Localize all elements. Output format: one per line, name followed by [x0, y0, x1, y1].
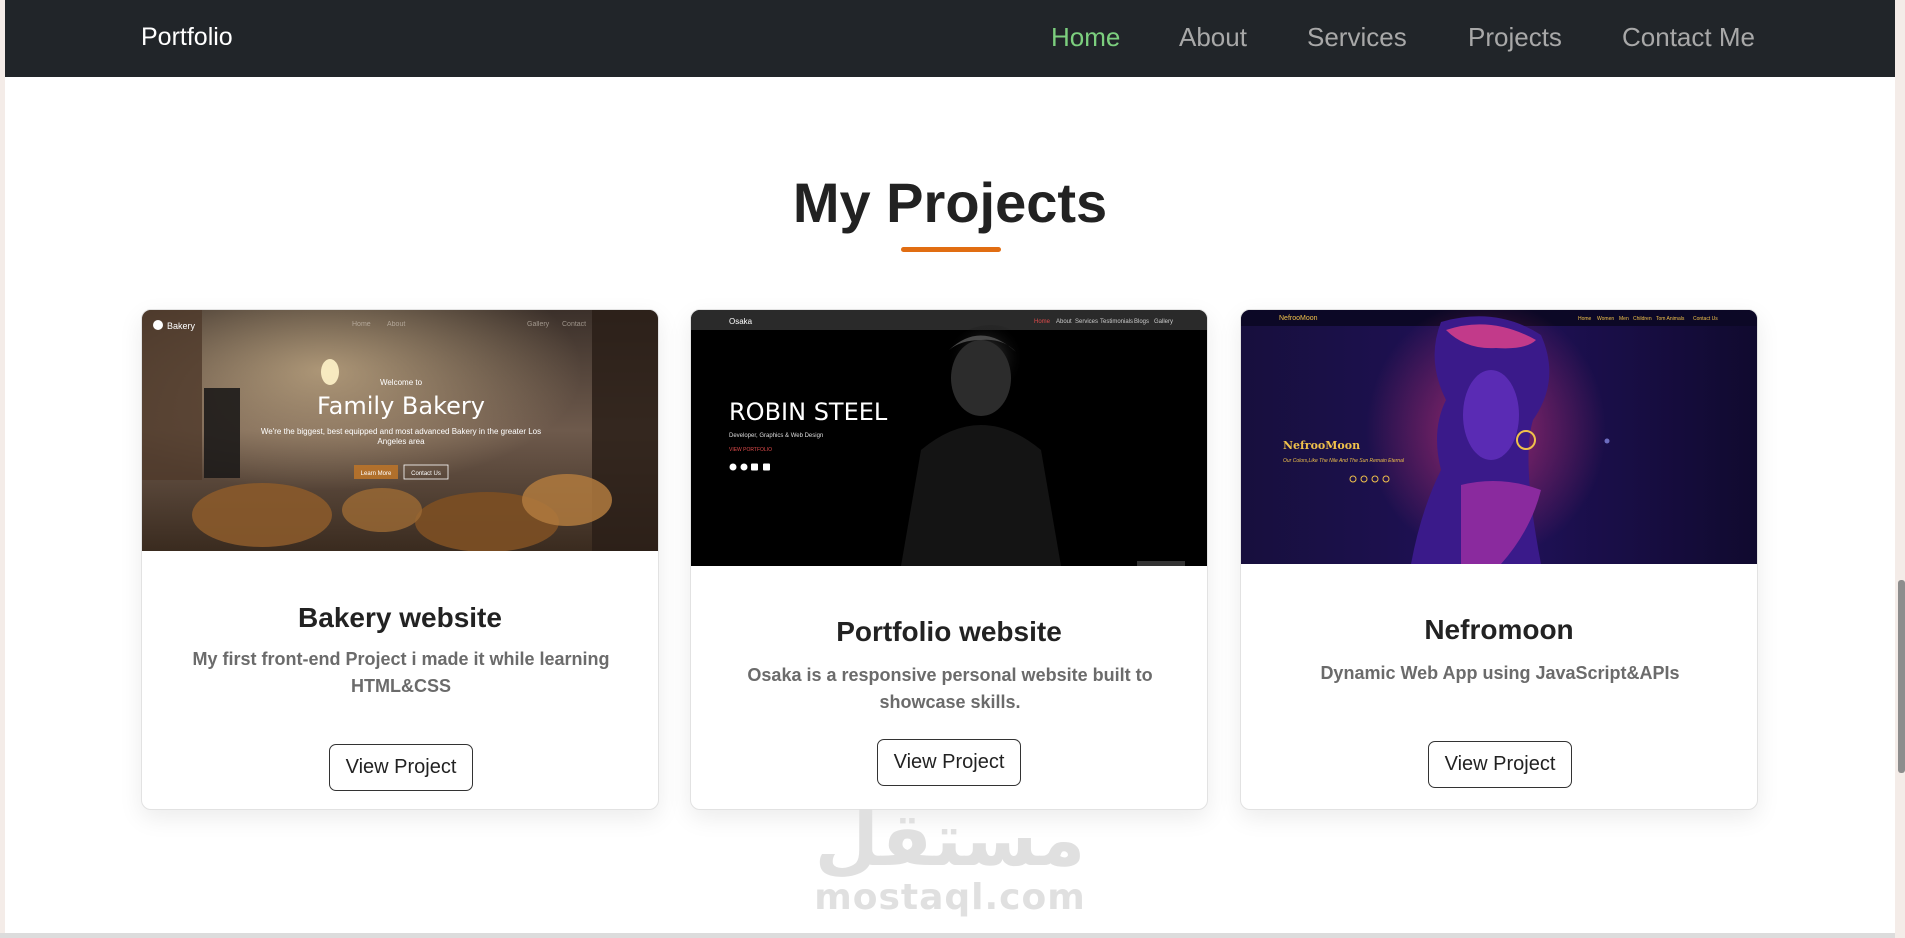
osaka-shot-nav-3: Services	[1075, 319, 1098, 325]
project-card-nefromoon: NefrooMoon Home Women Men Children Tom A…	[1240, 309, 1758, 810]
navbar-brand[interactable]: Portfolio	[141, 23, 233, 52]
view-project-button[interactable]: View Project	[1428, 741, 1572, 788]
nefro-shot-nav-3: Men	[1619, 316, 1629, 322]
watermark-arabic: مستقل	[814, 797, 1086, 883]
scrollbar-track[interactable]	[1895, 0, 1905, 938]
nefro-shot-headline: NefrooMoon	[1283, 439, 1360, 452]
osaka-shot-nav-6: Gallery	[1154, 319, 1173, 325]
view-project-button[interactable]: View Project	[329, 744, 473, 791]
bakery-shot-nav-1: Home	[352, 321, 371, 328]
facebook-icon	[729, 463, 737, 471]
bakery-shot-contact: Contact Us	[411, 471, 441, 477]
project-screenshot-portfolio[interactable]: Osaka Home About Services Testimonials B…	[691, 310, 1207, 566]
osaka-shot-cta: VIEW PORTFOLIO	[729, 447, 772, 453]
bakery-shot-tagline: We're the biggest, best equipped and mos…	[260, 427, 542, 446]
project-description: Dynamic Web App using JavaScript&APIs	[1320, 663, 1680, 683]
project-screenshot-bakery[interactable]: Bakery Home About Gallery Contact Welcom…	[142, 310, 658, 551]
scrollbar-thumb[interactable]	[1898, 580, 1905, 773]
section-title: My Projects	[792, 171, 1108, 234]
nefro-shot-nav-4: Children	[1633, 316, 1652, 322]
project-title: Bakery website	[298, 602, 502, 633]
navbar: Portfolio Home About Services Projects C…	[5, 0, 1895, 77]
nav-link-home[interactable]: Home	[1051, 22, 1120, 53]
bakery-shot-nav-4: Contact	[562, 321, 586, 328]
osaka-shot-logo: Osaka	[729, 317, 753, 326]
project-title: Nefromoon	[1424, 614, 1574, 645]
bakery-shot-welcome: Welcome to	[380, 378, 423, 387]
osaka-shot-headline: ROBIN STEEL	[729, 398, 888, 426]
linkedin-icon	[763, 463, 770, 471]
osaka-shot-nav-2: About	[1056, 319, 1072, 325]
nav-link-projects[interactable]: Projects	[1468, 22, 1562, 53]
project-card-portfolio: Osaka Home About Services Testimonials B…	[690, 309, 1208, 810]
project-card-bakery: Bakery Home About Gallery Contact Welcom…	[141, 309, 659, 810]
chef-hat-icon	[153, 320, 163, 330]
nefro-shot-subtitle: Our Colors,Like The Nile And The Sun Rem…	[1283, 458, 1405, 464]
bakery-shot-nav-2: About	[387, 321, 405, 328]
instagram-icon	[751, 463, 758, 471]
watermark: مستقل mostaql.com	[5, 800, 1895, 916]
project-title: Portfolio website	[836, 616, 1062, 647]
nefro-shot-logo: NefrooMoon	[1279, 315, 1318, 322]
nav-link-services[interactable]: Services	[1307, 22, 1407, 53]
nefro-shot-nav-1: Home	[1578, 316, 1592, 322]
nefro-shot-nav-2: Women	[1597, 316, 1614, 322]
bakery-shot-headline: Family Bakery	[317, 392, 485, 420]
osaka-shot-nav-4: Testimonials	[1100, 319, 1133, 325]
bakery-shot-logo: Bakery	[167, 321, 196, 331]
project-description: Osaka is a responsive personal website b…	[747, 665, 1153, 712]
twitter-icon	[740, 463, 748, 471]
nefro-shot-nav-6: Contact Us	[1693, 316, 1718, 322]
bakery-shot-learn-more: Learn More	[361, 471, 392, 477]
osaka-shot-nav-5: Blogs	[1134, 319, 1149, 325]
watermark-latin: mostaql.com	[814, 877, 1086, 918]
window-bottom-edge	[0, 933, 1895, 938]
nefro-shot-nav-5: Tom Animals	[1656, 316, 1685, 322]
title-underline	[901, 247, 1001, 252]
osaka-shot-nav-1: Home	[1034, 319, 1051, 325]
bakery-shot-nav-3: Gallery	[527, 321, 550, 328]
nav-link-about[interactable]: About	[1179, 22, 1247, 53]
project-description: My first front-end Project i made it whi…	[192, 649, 610, 696]
page: Portfolio Home About Services Projects C…	[5, 0, 1895, 933]
nav-link-contact[interactable]: Contact Me	[1622, 22, 1755, 53]
project-screenshot-nefromoon[interactable]: NefrooMoon Home Women Men Children Tom A…	[1241, 310, 1757, 564]
view-project-button[interactable]: View Project	[877, 739, 1021, 786]
osaka-shot-subtitle: Developer, Graphics & Web Design	[729, 433, 823, 439]
